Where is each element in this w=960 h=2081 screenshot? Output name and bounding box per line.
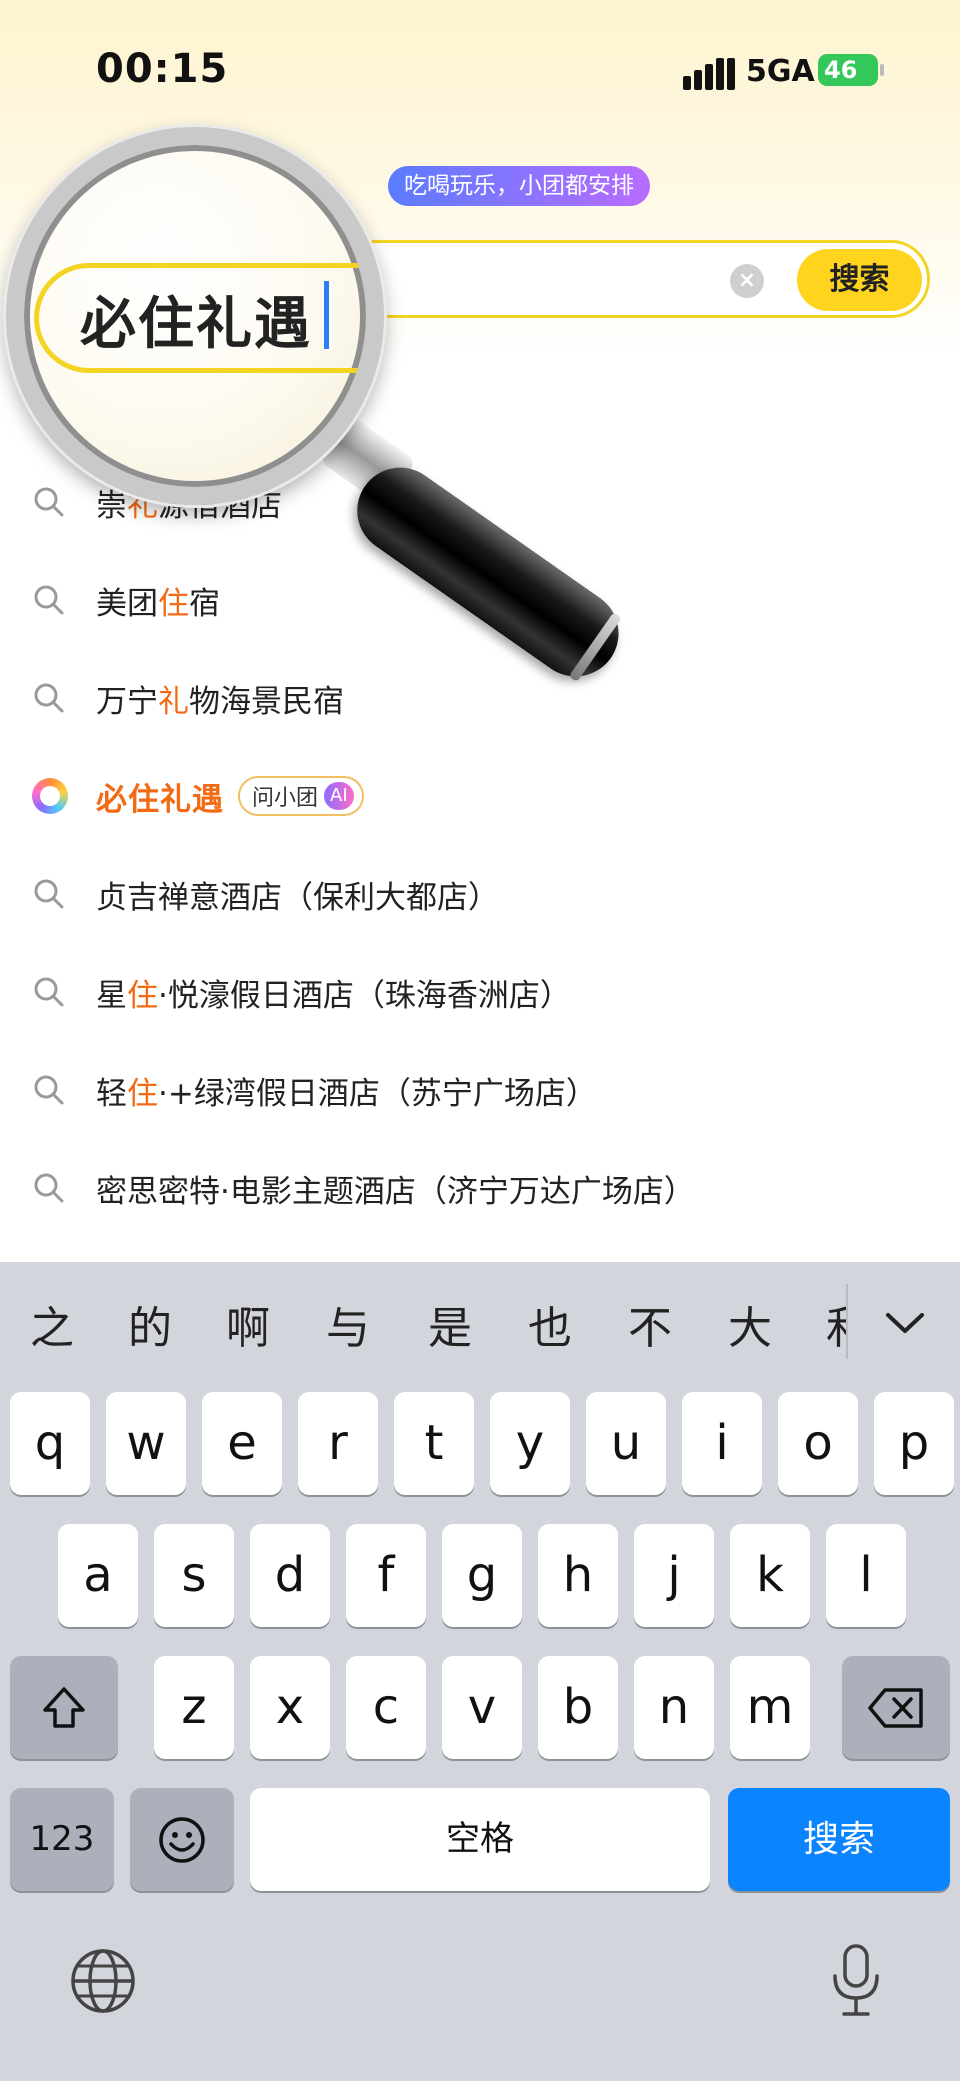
candidate-word[interactable]: 与 [326, 1292, 370, 1356]
suggestion-text: 贞吉禅意酒店（保利大都店） [96, 879, 499, 916]
suggestion-list: 轻住·悦享酒店 崇礼源宿酒店 美团住宿 万宁礼物海景民宿 必住礼遇 问小团 AI … [0, 355, 960, 1237]
key-c[interactable]: c [346, 1656, 426, 1759]
suggestion-text: 美团住宿 [96, 585, 220, 622]
candidate-word[interactable]: 的 [128, 1292, 172, 1356]
candidate-bar: 之 的 啊 与 是 也 不 大 和 [0, 1262, 960, 1384]
shift-icon [43, 1686, 85, 1728]
key-t[interactable]: t [394, 1392, 474, 1495]
search-input[interactable] [20, 240, 930, 318]
search-icon [34, 487, 64, 517]
space-key[interactable]: 空格 [250, 1788, 710, 1891]
key-v[interactable]: v [442, 1656, 522, 1759]
numbers-key[interactable]: 123 [10, 1788, 114, 1891]
key-l[interactable]: l [826, 1524, 906, 1627]
list-item[interactable]: 美团住宿 [0, 551, 960, 649]
suggestion-text: 必住礼遇 [96, 781, 224, 818]
ask-assistant-badge[interactable]: 问小团 AI [238, 776, 364, 816]
candidate-word[interactable]: 也 [528, 1292, 572, 1356]
key-m[interactable]: m [730, 1656, 810, 1759]
list-item[interactable]: 轻住·+绿湾假日酒店（苏宁广场店） [0, 1041, 960, 1139]
backspace-key[interactable] [842, 1656, 950, 1759]
search-icon [34, 879, 64, 909]
suggestion-text: 轻住·悦享酒店 [96, 389, 292, 426]
key-d[interactable]: d [250, 1524, 330, 1627]
key-h[interactable]: h [538, 1524, 618, 1627]
key-k[interactable]: k [730, 1524, 810, 1627]
key-q[interactable]: q [10, 1392, 90, 1495]
globe-icon[interactable] [68, 1946, 138, 2016]
key-r[interactable]: r [298, 1392, 378, 1495]
key-s[interactable]: s [154, 1524, 234, 1627]
key-j[interactable]: j [634, 1524, 714, 1627]
list-item[interactable]: 密思密特·电影主题酒店（济宁万达广场店） [0, 1139, 960, 1237]
suggestion-text: 星住·悦濠假日酒店（珠海香洲店） [96, 977, 571, 1014]
candidate-word[interactable]: 不 [628, 1292, 672, 1356]
key-g[interactable]: g [442, 1524, 522, 1627]
key-u[interactable]: u [586, 1392, 666, 1495]
list-item[interactable]: 轻住·悦享酒店 [0, 355, 960, 453]
search-icon [34, 977, 64, 1007]
key-p[interactable]: p [874, 1392, 954, 1495]
key-w[interactable]: w [106, 1392, 186, 1495]
chevron-down-icon[interactable] [880, 1298, 930, 1348]
list-item[interactable]: 星住·悦濠假日酒店（珠海香洲店） [0, 943, 960, 1041]
ai-tag: AI [324, 782, 354, 810]
candidate-word[interactable]: 大 [728, 1292, 772, 1356]
key-n[interactable]: n [634, 1656, 714, 1759]
candidate-word[interactable]: 是 [428, 1292, 472, 1356]
list-item[interactable]: 崇礼源宿酒店 [0, 453, 960, 551]
candidate-divider [846, 1284, 848, 1359]
battery-level: 46 [824, 56, 858, 84]
search-icon [34, 683, 64, 713]
key-b[interactable]: b [538, 1656, 618, 1759]
key-x[interactable]: x [250, 1656, 330, 1759]
ai-suggestion-item[interactable]: 必住礼遇 问小团 AI [0, 747, 960, 845]
ai-assistant-icon [32, 778, 68, 814]
key-o[interactable]: o [778, 1392, 858, 1495]
key-z[interactable]: z [154, 1656, 234, 1759]
suggestion-text: 轻住·+绿湾假日酒店（苏宁广场店） [96, 1075, 597, 1112]
key-a[interactable]: a [58, 1524, 138, 1627]
key-i[interactable]: i [682, 1392, 762, 1495]
key-e[interactable]: e [202, 1392, 282, 1495]
search-icon [34, 585, 64, 615]
clear-icon[interactable]: × [730, 264, 764, 298]
status-bar: 00:15 5GA 46 [0, 0, 960, 130]
keyboard-search-key[interactable]: 搜索 [728, 1788, 950, 1891]
search-icon [34, 389, 64, 419]
status-time: 00:15 [96, 46, 229, 92]
search-icon [34, 1075, 64, 1105]
backspace-icon [868, 1687, 923, 1728]
suggestion-text: 崇礼源宿酒店 [96, 487, 282, 524]
key-y[interactable]: y [490, 1392, 570, 1495]
key-f[interactable]: f [346, 1524, 426, 1627]
emoji-key[interactable] [130, 1788, 234, 1891]
battery-icon: 46 [818, 54, 884, 86]
suggestion-text: 密思密特·电影主题酒店（济宁万达广场店） [96, 1173, 695, 1210]
shift-key[interactable] [10, 1656, 118, 1759]
keyboard: 之 的 啊 与 是 也 不 大 和 q w e r t y u i o p a … [0, 1262, 960, 2081]
slogan-badge: 吃喝玩乐，小团都安排 [388, 166, 650, 206]
candidate-word[interactable]: 啊 [226, 1292, 270, 1356]
network-label: 5GA [746, 54, 815, 89]
list-item[interactable]: 万宁礼物海景民宿 [0, 649, 960, 747]
candidate-word[interactable]: 和 [826, 1292, 846, 1356]
emoji-icon [159, 1816, 205, 1863]
search-button[interactable]: 搜索 [797, 249, 922, 311]
suggestion-text: 万宁礼物海景民宿 [96, 683, 344, 720]
signal-icon [683, 56, 735, 90]
search-icon [34, 1173, 64, 1203]
list-item[interactable]: 贞吉禅意酒店（保利大都店） [0, 845, 960, 943]
candidate-word[interactable]: 之 [30, 1292, 74, 1356]
microphone-icon[interactable] [826, 1942, 886, 2020]
